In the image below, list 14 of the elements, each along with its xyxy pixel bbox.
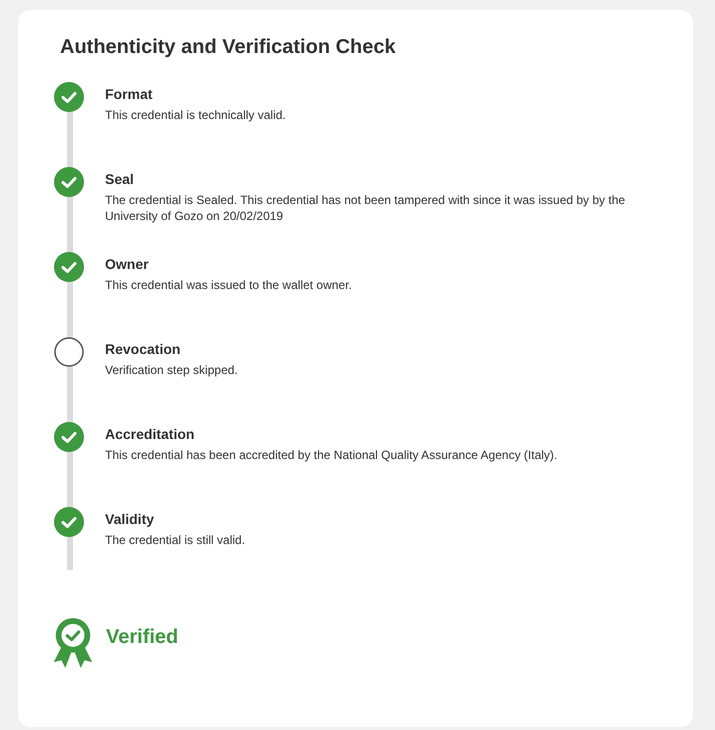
verified-label: Verified bbox=[106, 626, 178, 648]
step-title: Seal bbox=[105, 171, 135, 187]
step-description: The credential is still valid. bbox=[105, 532, 246, 548]
step-title: Validity bbox=[105, 511, 156, 527]
step-description: This credential was issued to the wallet owner. bbox=[105, 277, 352, 293]
step-description: The credential is Sealed. This credential has not been tampered with since it was issued by by the University of Gozo on 20/02/2019 bbox=[105, 192, 626, 224]
step-description: This credential is technically valid. bbox=[105, 107, 286, 123]
step-description: This credential has been accredited by the National Quality Assurance Agency (Italy). bbox=[105, 447, 558, 463]
step-title: Accreditation bbox=[105, 426, 196, 442]
step-title: Format bbox=[105, 86, 154, 102]
step-title: Owner bbox=[105, 256, 150, 272]
step-title: Revocation bbox=[105, 341, 182, 357]
card-title: Authenticity and Verification Check bbox=[60, 36, 397, 59]
step-description: Verification step skipped. bbox=[105, 362, 238, 378]
